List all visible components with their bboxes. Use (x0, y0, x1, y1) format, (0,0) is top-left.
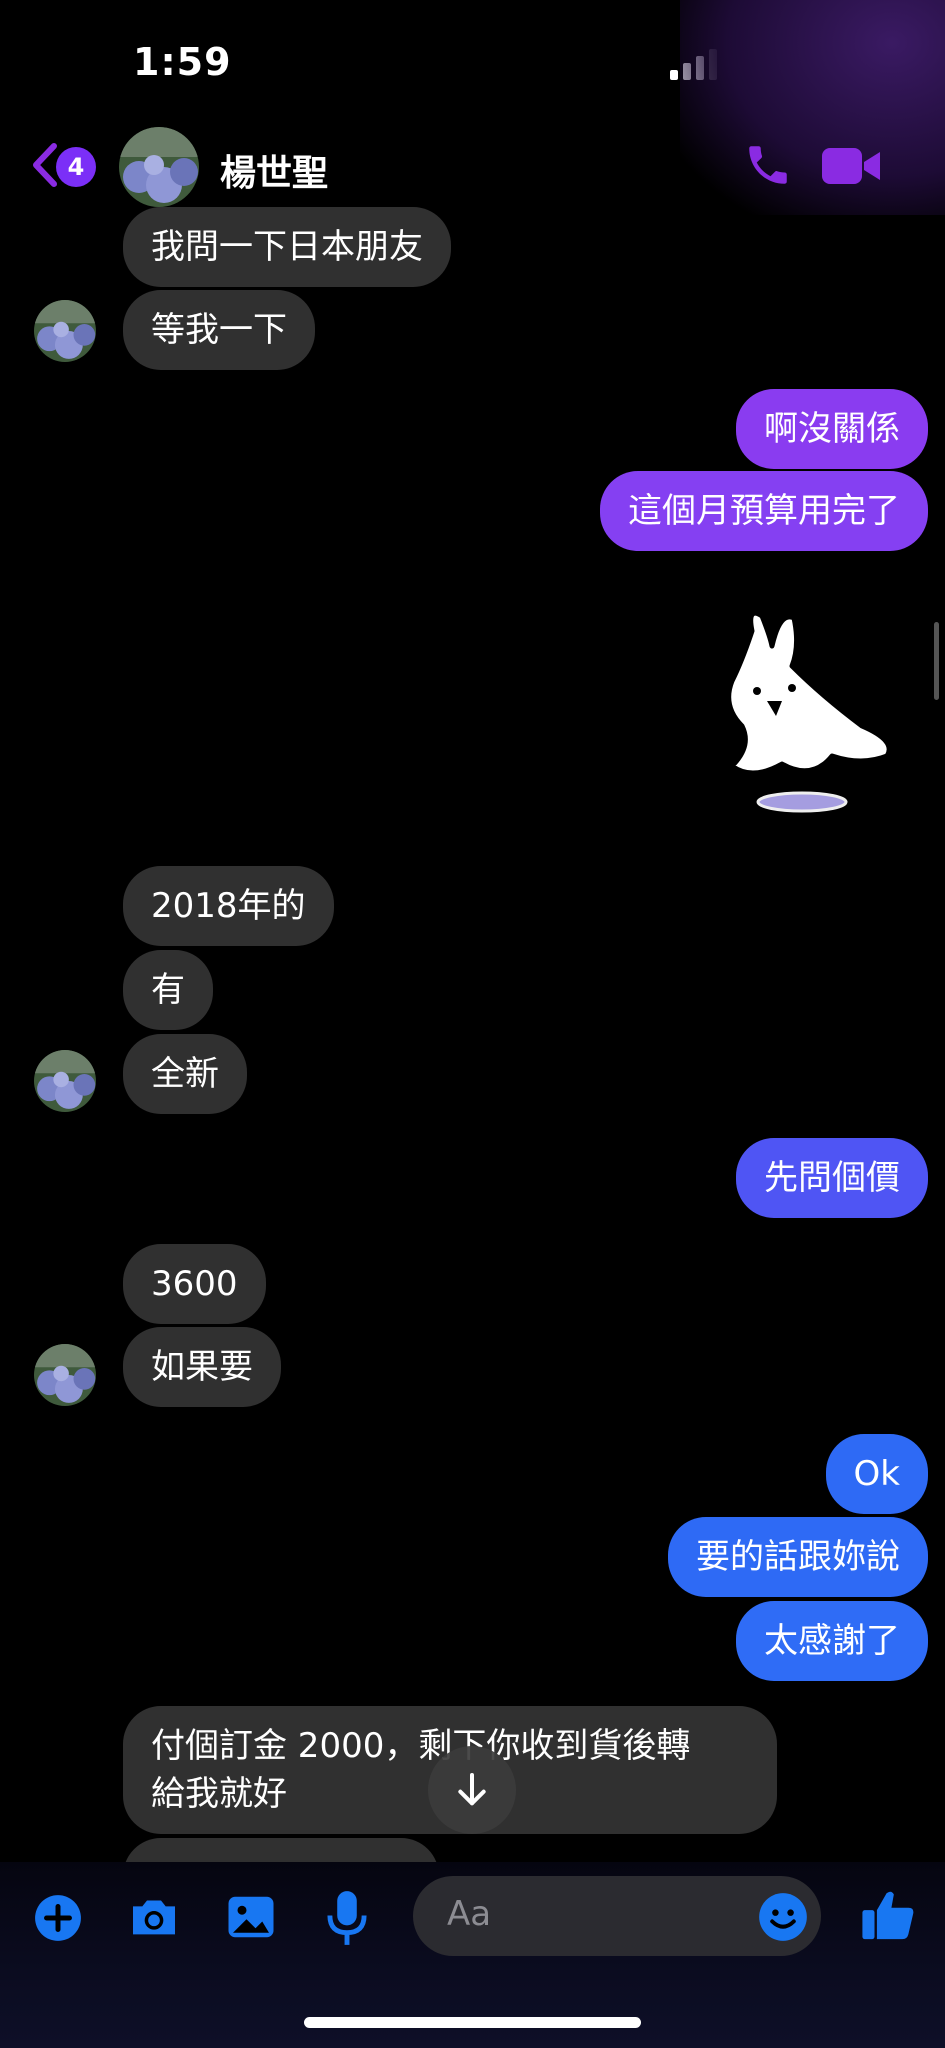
message-bubble-incoming[interactable]: 3600 (123, 1244, 266, 1324)
message-bubble-incoming[interactable]: 全新 (123, 1034, 247, 1114)
emoji-button[interactable] (757, 1891, 809, 1943)
video-call-button[interactable] (822, 146, 882, 186)
arrow-down-icon (458, 1773, 486, 1806)
message-bubble-incoming[interactable]: 等我一下 (123, 290, 315, 370)
video-camera-icon (822, 148, 880, 184)
hydrangea-avatar-icon (119, 127, 199, 207)
contact-name[interactable]: 楊世聖 (220, 144, 328, 196)
microphone-button[interactable] (325, 1888, 369, 1948)
thumbs-up-icon (862, 1891, 914, 1940)
camera-icon (133, 1900, 175, 1935)
contact-avatar-small[interactable] (34, 1050, 96, 1112)
unread-badge: 4 (56, 147, 96, 187)
bunny-sticker-icon (726, 610, 892, 813)
message-bubble-incoming[interactable]: 如果要 (123, 1327, 281, 1407)
emoji-icon (759, 1893, 807, 1941)
message-bubble-outgoing[interactable]: 太感謝了 (736, 1601, 928, 1681)
status-time: 1:59 (133, 40, 232, 84)
message-bubble-outgoing[interactable]: 這個月預算用完了 (600, 471, 928, 551)
hydrangea-avatar-icon (34, 300, 96, 362)
gallery-icon (228, 1896, 274, 1938)
sticker-message[interactable] (712, 606, 902, 816)
message-bubble-outgoing[interactable]: 啊沒關係 (736, 389, 928, 469)
contact-avatar-small[interactable] (34, 300, 96, 362)
message-bubble-incoming[interactable]: 我問一下日本朋友 (123, 207, 451, 287)
message-bubble-outgoing[interactable]: 要的話跟妳說 (668, 1517, 928, 1597)
scroll-to-bottom-button[interactable] (428, 1746, 516, 1834)
camera-button[interactable] (126, 1890, 182, 1946)
microphone-icon (327, 1891, 367, 1945)
message-bubble-incoming[interactable]: 2018年的 (123, 866, 334, 946)
plus-button[interactable] (33, 1893, 83, 1943)
header-glow (680, 0, 945, 215)
contact-avatar[interactable] (119, 127, 199, 207)
scrollbar[interactable] (934, 622, 939, 700)
phone-call-button[interactable] (743, 140, 793, 190)
home-indicator[interactable] (304, 2017, 641, 2028)
hydrangea-avatar-icon (34, 1344, 96, 1406)
message-bubble-incoming[interactable]: 有 (123, 950, 213, 1030)
hydrangea-avatar-icon (34, 1050, 96, 1112)
gallery-button[interactable] (224, 1890, 278, 1944)
contact-avatar-small[interactable] (34, 1344, 96, 1406)
phone-icon (749, 146, 787, 184)
message-bubble-outgoing[interactable]: Ok (825, 1434, 928, 1514)
like-button[interactable] (860, 1885, 918, 1945)
message-bubble-outgoing[interactable]: 先問個價 (736, 1138, 928, 1218)
message-input-placeholder: Aa (447, 1894, 492, 1934)
plus-icon (35, 1895, 81, 1941)
